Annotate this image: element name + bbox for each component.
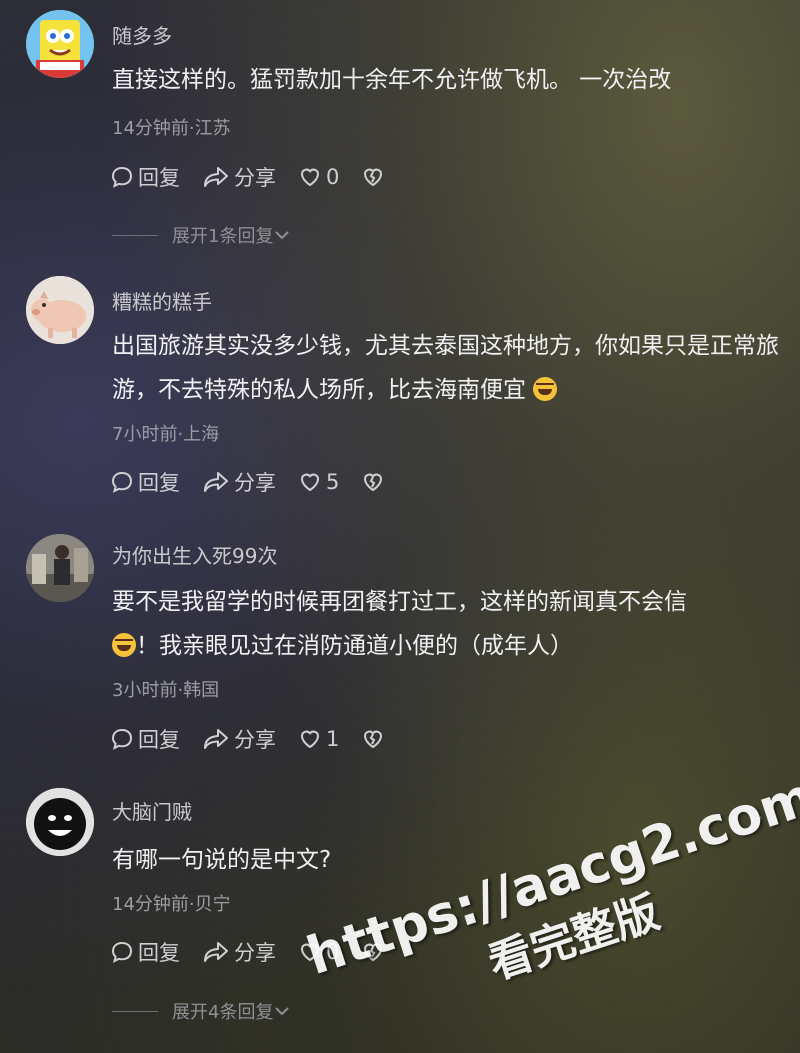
reply-button[interactable]: 回复: [110, 467, 180, 497]
share-icon: [204, 472, 228, 492]
like-button[interactable]: 5: [298, 470, 339, 494]
reply-label: 回复: [138, 166, 180, 190]
like-button[interactable]: 1: [298, 727, 339, 751]
share-button[interactable]: 分享: [202, 724, 276, 754]
expand-replies-button[interactable]: 展开1条回复: [112, 222, 291, 248]
heart-icon: [300, 168, 320, 187]
avatar[interactable]: [26, 10, 94, 78]
comment-text-content: ！我亲眼见过在消防通道小便的（成年人）: [136, 633, 573, 659]
comment-text: 直接这样的。猛罚款加十余年不允许做飞机。 一次治改: [112, 67, 672, 93]
comment-actions: 回复 分享 5: [110, 467, 411, 497]
pig-avatar-icon: [26, 276, 94, 344]
comment-meta: 3小时前·韩国: [112, 680, 220, 701]
share-icon: [204, 729, 228, 749]
broken-heart-icon: [364, 168, 383, 187]
username[interactable]: 随多多: [112, 20, 172, 49]
expand-replies-label: 展开1条回复: [172, 226, 274, 247]
laughing-crying-emoji-icon: [533, 377, 558, 401]
chevron-down-icon: [275, 231, 290, 240]
share-label: 分享: [234, 471, 276, 495]
reply-label: 回复: [138, 471, 180, 495]
share-button[interactable]: 分享: [202, 467, 276, 497]
username[interactable]: 糟糕的糕手: [112, 286, 212, 315]
dislike-button[interactable]: [361, 727, 389, 751]
comment-meta: 14分钟前·贝宁: [112, 894, 231, 915]
avatar[interactable]: [26, 276, 94, 344]
share-icon: [204, 942, 228, 962]
username[interactable]: 为你出生入死99次: [112, 540, 277, 569]
reply-label: 回复: [138, 941, 180, 965]
like-count: 0: [326, 165, 340, 189]
share-icon: [204, 167, 228, 187]
reply-icon: [111, 471, 133, 493]
broken-heart-icon: [364, 730, 383, 749]
expand-replies-label: 展开4条回复: [172, 1002, 274, 1023]
avatar[interactable]: [26, 788, 94, 856]
comment-text: 要不是我留学的时候再团餐打过工，这样的新闻真不会信 ！我亲眼见过在消防通道小便的…: [112, 580, 782, 668]
comment-text: 出国旅游其实没多少钱，尤其去泰国这种地方，你如果只是正常旅游，不去特殊的私人场所…: [112, 324, 782, 412]
avatar[interactable]: [26, 534, 94, 602]
like-count: 1: [326, 727, 340, 751]
username[interactable]: 大脑门贼: [112, 796, 192, 825]
comment-actions: 回复 分享 0: [110, 162, 411, 192]
expand-replies-button[interactable]: 展开4条回复: [112, 998, 291, 1024]
reply-icon: [111, 166, 133, 188]
share-button[interactable]: 分享: [202, 162, 276, 192]
share-label: 分享: [234, 941, 276, 965]
like-button[interactable]: 0: [298, 165, 339, 189]
photo-avatar-icon: [26, 534, 94, 602]
divider-line: [112, 1010, 158, 1012]
comment-text-content: 出国旅游其实没多少钱，尤其去泰国这种地方，你如果只是正常旅游，不去特殊的私人场所…: [112, 333, 779, 403]
chevron-down-icon: [275, 1007, 290, 1016]
share-button[interactable]: 分享: [202, 937, 276, 967]
reply-icon: [111, 941, 133, 963]
comment-text-line: ！我亲眼见过在消防通道小便的（成年人）: [112, 624, 782, 668]
heart-icon: [300, 730, 320, 749]
reply-button[interactable]: 回复: [110, 937, 180, 967]
watermark: https://aacg2.com 看完整版: [300, 767, 800, 1044]
heart-icon: [300, 473, 320, 492]
reply-button[interactable]: 回复: [110, 162, 180, 192]
divider-line: [112, 234, 158, 236]
spongebob-avatar-icon: [26, 10, 94, 78]
comment-meta: 14分钟前·江苏: [112, 118, 231, 139]
share-label: 分享: [234, 728, 276, 752]
reply-label: 回复: [138, 728, 180, 752]
laughing-crying-emoji-icon: [112, 633, 136, 657]
reply-icon: [111, 728, 133, 750]
dislike-button[interactable]: [361, 165, 389, 189]
broken-heart-icon: [364, 473, 383, 492]
dislike-button[interactable]: [361, 470, 389, 494]
comment-actions: 回复 分享 1: [110, 724, 411, 754]
like-count: 5: [326, 470, 340, 494]
comment-text-line: 要不是我留学的时候再团餐打过工，这样的新闻真不会信: [112, 589, 687, 615]
share-label: 分享: [234, 166, 276, 190]
comment-meta: 7小时前·上海: [112, 424, 220, 445]
dark-face-avatar-icon: [26, 788, 94, 856]
reply-button[interactable]: 回复: [110, 724, 180, 754]
